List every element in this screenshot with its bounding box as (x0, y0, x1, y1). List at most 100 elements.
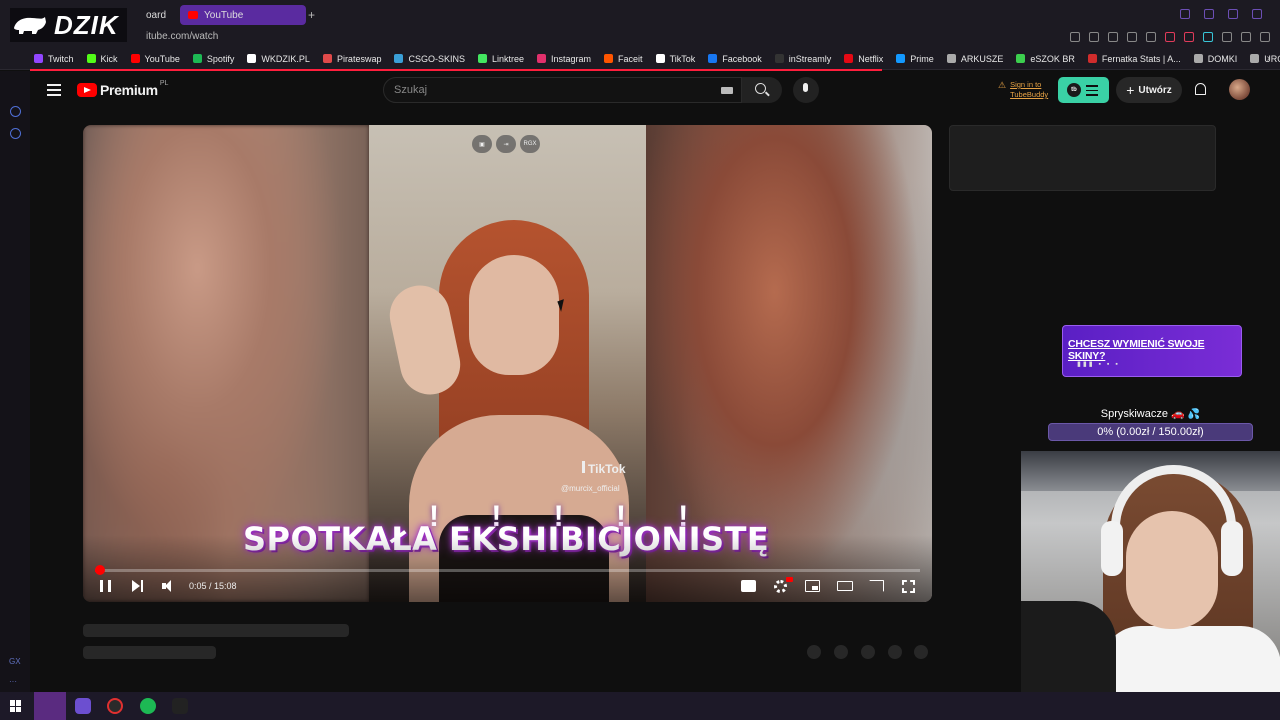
voice-search-button[interactable] (793, 77, 819, 103)
guide-menu-button[interactable] (47, 84, 61, 96)
search-button[interactable] (742, 77, 782, 103)
url-text[interactable]: itube.com/watch (146, 31, 218, 42)
bookmark-favicon-icon (1193, 54, 1203, 63)
download-icon[interactable] (1241, 32, 1251, 42)
heart-icon[interactable] (1146, 32, 1156, 42)
bookmark-item[interactable]: Spotify (192, 54, 234, 64)
bookmark-favicon-icon (655, 54, 665, 63)
bookmark-item[interactable]: CSGO-SKINS (394, 54, 465, 64)
extension-red-icon[interactable] (1165, 32, 1175, 42)
snapshot-icon[interactable] (1089, 32, 1099, 42)
next-button[interactable] (132, 580, 143, 592)
bookmark-label: ARKUSZE (960, 53, 1004, 64)
play-icon[interactable] (1127, 32, 1137, 42)
menu-icon[interactable] (1260, 32, 1270, 42)
bookmark-label: YouTube (144, 53, 180, 64)
bookmark-item[interactable]: Instagram (537, 54, 591, 64)
video-player[interactable]: TikTok @murcix_official ▣ ⇥ RGX ! ! ! ! … (83, 125, 932, 602)
taskbar-opera-gx[interactable] (34, 692, 66, 720)
more-bookmarks-icon[interactable]: › (1267, 53, 1270, 64)
bookmark-label: Kick (100, 53, 118, 64)
microphone (1021, 601, 1116, 692)
bookmark-favicon-icon (708, 54, 718, 63)
miniplayer-button[interactable] (805, 580, 820, 592)
tab-youtube[interactable]: YouTube (180, 5, 306, 25)
youtube-favicon-icon (188, 11, 198, 19)
keyboard-icon[interactable] (721, 87, 733, 94)
opera-icon[interactable] (107, 698, 123, 714)
windows-start-icon[interactable] (10, 700, 22, 712)
bookmark-item[interactable]: YouTube (130, 53, 180, 64)
youtube-logo[interactable]: Premium PL (77, 80, 168, 98)
bookmark-item[interactable]: URO (1250, 54, 1280, 64)
settings-gear-icon[interactable] (774, 580, 787, 593)
theater-mode-button[interactable] (837, 581, 853, 591)
bookmark-label: DOMKI (1207, 53, 1238, 64)
account-avatar[interactable] (1229, 79, 1250, 100)
bookmark-favicon-icon (1016, 54, 1026, 63)
extension-cyan-icon[interactable] (1203, 32, 1213, 42)
bookmark-item[interactable]: Pirateswap (322, 54, 381, 64)
browser-tab-bar: oard YouTube + (0, 0, 1280, 30)
pause-button[interactable] (100, 580, 111, 592)
tubebuddy-menu-button[interactable]: tb (1058, 77, 1109, 103)
tubebuddy-logo-icon: tb (1067, 83, 1081, 97)
action-placeholder (807, 645, 821, 659)
bookmark-item[interactable]: Netflix (844, 54, 883, 64)
search-tabs-icon[interactable] (1180, 9, 1190, 19)
history-icon[interactable] (10, 106, 21, 117)
scrubber-handle[interactable] (94, 565, 105, 575)
epic-games-icon[interactable] (172, 698, 188, 714)
tubebuddy-sign-in[interactable]: ⚠ Sign in to TubeBuddy (998, 80, 1058, 100)
volume-button[interactable] (162, 580, 174, 592)
bookmark-label: Fernatka Stats | A... (1101, 53, 1181, 64)
rgx-button[interactable]: RGX (520, 135, 540, 153)
time-display: 0:05 / 15:08 (189, 581, 237, 591)
bookmark-item[interactable]: Prime (896, 54, 934, 64)
bookmark-label: Twitch (48, 53, 74, 64)
bookmark-item[interactable]: Fernatka Stats | A... (1087, 53, 1181, 64)
bookmark-item[interactable]: Kick (86, 53, 118, 64)
bookmark-item[interactable]: WKDZIK.PL (247, 54, 310, 64)
maximize-icon[interactable] (1228, 9, 1238, 19)
bookmark-item[interactable]: Faceit (604, 54, 643, 64)
shield-icon[interactable] (1108, 32, 1118, 42)
bookmark-favicon-icon (322, 54, 332, 63)
bookmark-item[interactable]: ARKUSZE (946, 53, 1004, 64)
search-input[interactable] (384, 78, 704, 102)
bookmark-label: eSZOK BR (1030, 53, 1075, 64)
plus-icon: + (1126, 82, 1135, 98)
minimize-icon[interactable] (1204, 9, 1214, 19)
export-icon[interactable]: ⇥ (496, 135, 516, 153)
spotify-icon[interactable] (140, 698, 156, 714)
progress-bar[interactable] (94, 565, 920, 575)
new-tab-button[interactable]: + (308, 8, 315, 22)
subtitles-button[interactable] (741, 580, 756, 592)
discord-icon[interactable] (75, 698, 91, 714)
gx-label: GX (9, 657, 21, 666)
subtitle-placeholder (83, 646, 216, 659)
cast-button[interactable] (869, 580, 884, 592)
create-button[interactable]: + Utwórz (1116, 77, 1182, 103)
bookmark-item[interactable]: inStreamly (774, 54, 831, 64)
bookmark-item[interactable]: Facebook (708, 54, 762, 64)
tab-dashboard[interactable]: oard (138, 5, 174, 25)
bookmark-item[interactable]: Linktree (477, 54, 524, 64)
notifications-bell-icon[interactable] (1195, 83, 1206, 95)
fullscreen-button[interactable] (902, 580, 915, 593)
more-icon[interactable]: ··· (9, 677, 17, 686)
puzzle-icon[interactable] (1222, 32, 1232, 42)
streamer-webcam (1021, 451, 1280, 692)
window-controls (1180, 9, 1262, 19)
tubebuddy-ext-icon[interactable] (1184, 32, 1194, 42)
bookmark-item[interactable]: Twitch (34, 54, 74, 64)
close-icon[interactable] (1252, 9, 1262, 19)
bookmark-item[interactable]: TikTok (655, 54, 695, 64)
bookmark-favicon-icon (394, 54, 404, 63)
bookmark-favicon-icon (192, 54, 202, 63)
copy-icon[interactable]: ▣ (472, 135, 492, 153)
bookmark-item[interactable]: DOMKI (1193, 53, 1238, 64)
settings-icon[interactable] (10, 128, 21, 139)
pin-icon[interactable] (1070, 32, 1080, 42)
bookmark-item[interactable]: eSZOK BR (1016, 54, 1075, 64)
